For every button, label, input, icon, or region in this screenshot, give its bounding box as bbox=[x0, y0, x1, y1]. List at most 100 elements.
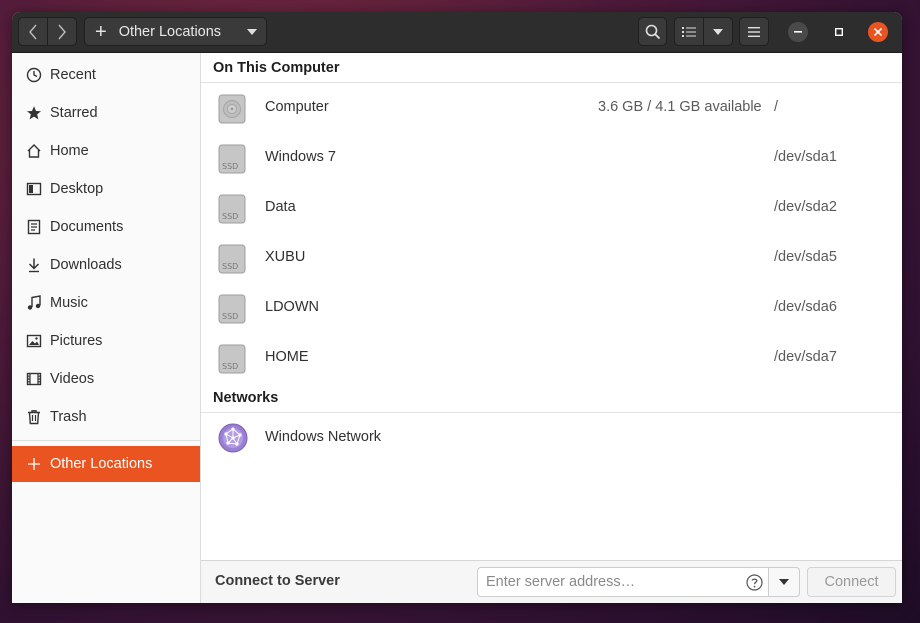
section-title-networks: Networks bbox=[213, 390, 279, 406]
ssd-icon: SSD bbox=[218, 244, 246, 278]
ssd-text: SSD bbox=[222, 312, 238, 321]
path-bar-button[interactable]: + Other Locations bbox=[84, 17, 267, 46]
sidebar-item-trash[interactable]: Trash bbox=[12, 400, 200, 434]
clock-icon bbox=[24, 65, 44, 85]
close-button[interactable] bbox=[868, 22, 888, 42]
minimize-button[interactable] bbox=[788, 22, 808, 42]
picture-icon bbox=[24, 331, 44, 351]
location-path: /dev/sda7 bbox=[774, 349, 837, 365]
close-icon bbox=[874, 28, 882, 36]
sidebar-item-home[interactable]: Home bbox=[12, 134, 200, 168]
ssd-icon: SSD bbox=[218, 294, 246, 328]
video-icon bbox=[24, 369, 44, 389]
forward-button[interactable] bbox=[47, 17, 77, 46]
minimize-icon bbox=[794, 31, 802, 33]
sidebar-item-pictures[interactable]: Pictures bbox=[12, 324, 200, 358]
location-path: /dev/sda6 bbox=[774, 299, 837, 315]
document-icon bbox=[24, 217, 44, 237]
location-name: Windows Network bbox=[265, 429, 382, 445]
back-button[interactable] bbox=[18, 17, 48, 46]
sidebar-item-starred[interactable]: Starred bbox=[12, 96, 200, 130]
maximize-icon bbox=[835, 28, 843, 36]
location-row-data[interactable]: SSD Data /dev/sda2 bbox=[201, 183, 902, 233]
caret-down-icon bbox=[779, 579, 789, 585]
sidebar-item-downloads[interactable]: Downloads bbox=[12, 248, 200, 282]
maximize-button[interactable] bbox=[829, 22, 849, 42]
search-icon bbox=[645, 24, 660, 39]
sidebar-item-label: Videos bbox=[50, 371, 95, 387]
sidebar-item-label: Desktop bbox=[50, 181, 104, 197]
location-path: /dev/sda1 bbox=[774, 149, 837, 165]
path-label: Other Locations bbox=[118, 23, 222, 40]
menu-button[interactable] bbox=[739, 17, 769, 46]
location-available: 3.6 GB / 4.1 GB available bbox=[598, 99, 762, 115]
location-path: /dev/sda2 bbox=[774, 199, 837, 215]
chevron-right-icon bbox=[58, 24, 66, 39]
sidebar-item-label: Pictures bbox=[50, 333, 103, 349]
caret-down-icon bbox=[713, 28, 723, 35]
location-path: / bbox=[774, 99, 779, 115]
sidebar-item-label: Downloads bbox=[50, 257, 122, 273]
sidebar-item-label: Trash bbox=[50, 409, 87, 425]
desktop-icon bbox=[24, 179, 44, 199]
view-options-button[interactable] bbox=[703, 17, 733, 46]
location-row-windows-network[interactable]: Windows Network bbox=[201, 413, 902, 463]
ssd-icon: SSD bbox=[218, 194, 246, 228]
location-name: HOME bbox=[265, 349, 309, 365]
location-name: XUBU bbox=[265, 249, 306, 265]
file-manager-window: + Other Locations Recent Starred Home De… bbox=[12, 12, 902, 603]
connect-to-server-label: Connect to Server bbox=[215, 573, 340, 589]
location-row-computer[interactable]: Computer 3.6 GB / 4.1 GB available / bbox=[201, 83, 902, 133]
ssd-icon: SSD bbox=[218, 144, 246, 178]
sidebar-item-label: Recent bbox=[50, 67, 96, 83]
ssd-text: SSD bbox=[222, 262, 238, 271]
chevron-left-icon bbox=[29, 24, 37, 39]
sidebar-item-other-locations[interactable]: Other Locations bbox=[12, 446, 200, 482]
sidebar-item-label: Documents bbox=[50, 219, 124, 235]
sidebar: Recent Starred Home Desktop Documents Do… bbox=[12, 53, 201, 603]
plus-icon bbox=[24, 454, 44, 474]
location-path: /dev/sda5 bbox=[774, 249, 837, 265]
location-row-windows-7[interactable]: SSD Windows 7 /dev/sda1 bbox=[201, 133, 902, 183]
sidebar-item-label: Home bbox=[50, 143, 89, 159]
section-title-on-this-computer: On This Computer bbox=[213, 60, 340, 76]
ssd-text: SSD bbox=[222, 212, 238, 221]
sidebar-item-videos[interactable]: Videos bbox=[12, 362, 200, 396]
sidebar-item-music[interactable]: Music bbox=[12, 286, 200, 320]
ssd-text: SSD bbox=[222, 162, 238, 171]
star-icon bbox=[24, 103, 44, 123]
location-row-ldown[interactable]: SSD LDOWN /dev/sda6 bbox=[201, 283, 902, 333]
location-name: Data bbox=[265, 199, 296, 215]
sidebar-item-label: Other Locations bbox=[50, 456, 153, 472]
header-bar: + Other Locations bbox=[12, 12, 902, 53]
server-address-input[interactable] bbox=[477, 567, 769, 597]
network-icon bbox=[218, 423, 248, 457]
trash-icon bbox=[24, 407, 44, 427]
search-button[interactable] bbox=[638, 17, 667, 46]
home-icon bbox=[24, 141, 44, 161]
list-view-icon bbox=[682, 26, 696, 37]
harddisk-icon bbox=[218, 94, 246, 128]
ssd-icon: SSD bbox=[218, 344, 246, 378]
sidebar-separator bbox=[12, 440, 200, 441]
music-icon bbox=[24, 293, 44, 313]
location-row-home[interactable]: SSD HOME /dev/sda7 bbox=[201, 333, 902, 383]
location-row-xubu[interactable]: SSD XUBU /dev/sda5 bbox=[201, 233, 902, 283]
sidebar-item-desktop[interactable]: Desktop bbox=[12, 172, 200, 206]
sidebar-item-label: Starred bbox=[50, 105, 98, 121]
location-name: LDOWN bbox=[265, 299, 319, 315]
recent-servers-dropdown[interactable] bbox=[769, 567, 800, 597]
main-content: On This Computer Computer 3.6 GB / 4.1 G… bbox=[201, 53, 902, 603]
caret-down-icon bbox=[247, 29, 257, 35]
plus-icon: + bbox=[95, 20, 107, 43]
view-list-button[interactable] bbox=[674, 17, 704, 46]
download-icon bbox=[24, 255, 44, 275]
sidebar-item-label: Music bbox=[50, 295, 88, 311]
hamburger-icon bbox=[748, 26, 760, 37]
sidebar-item-recent[interactable]: Recent bbox=[12, 58, 200, 92]
help-icon[interactable] bbox=[746, 574, 763, 595]
connect-button[interactable]: Connect bbox=[807, 567, 896, 597]
connect-to-server-bar: Connect to Server Connect bbox=[201, 560, 902, 603]
ssd-text: SSD bbox=[222, 362, 238, 371]
sidebar-item-documents[interactable]: Documents bbox=[12, 210, 200, 244]
